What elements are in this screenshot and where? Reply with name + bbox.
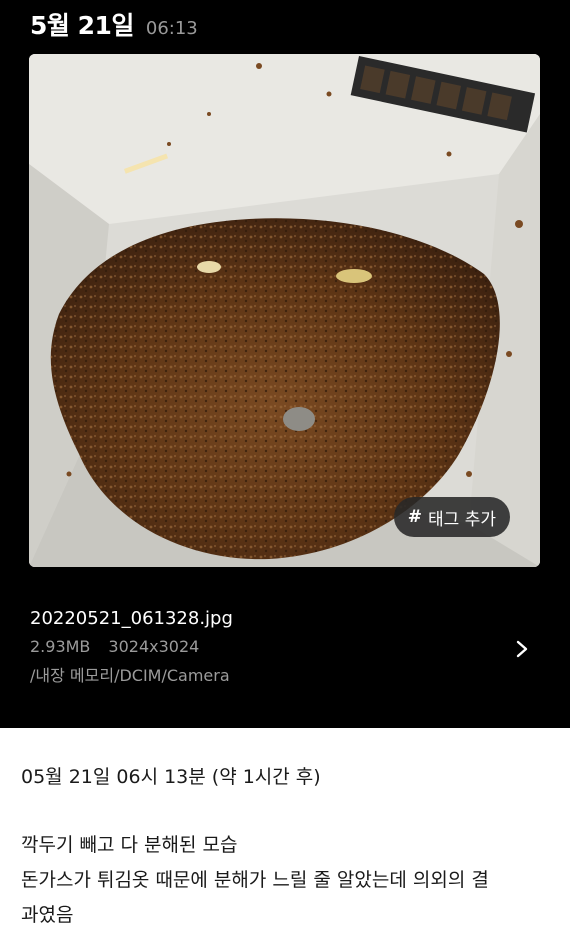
hash-icon: #: [407, 507, 423, 527]
file-size: 2.93MB: [30, 637, 91, 656]
photo-date: 5월 21일: [30, 11, 134, 40]
note-body-line-3: 과였음: [21, 904, 74, 926]
compost-photo: [29, 54, 540, 567]
file-path: /내장 메모리/DCIM/Camera: [30, 666, 230, 685]
file-info[interactable]: 20220521_061328.jpg 2.93MB 3024x3024 /내장…: [30, 608, 540, 686]
note-body-line-2: 돈가스가 튀김옷 때문에 분해가 느릴 줄 알았는데 의외의 결: [21, 869, 489, 891]
photo-viewer: 5월 21일 06:13 # 태그 추가 20220521_061328.jpg…: [0, 0, 570, 728]
photo-image[interactable]: # 태그 추가: [29, 54, 540, 567]
note-body-line-1: 깍두기 빼고 다 분해된 모습: [21, 834, 238, 856]
photo-time: 06:13: [145, 18, 198, 39]
chevron-right-icon[interactable]: [514, 640, 530, 658]
note-panel: 05월 21일 06시 13분 (약 1시간 후) 깍두기 빼고 다 분해된 모…: [0, 728, 570, 935]
date-header: 5월 21일 06:13: [30, 6, 198, 42]
note-datetime: 05월 21일 06시 13분 (약 1시간 후): [21, 766, 321, 788]
add-tag-button[interactable]: # 태그 추가: [393, 497, 510, 537]
file-name: 20220521_061328.jpg: [30, 608, 233, 629]
add-tag-label: 태그 추가: [428, 509, 496, 530]
file-meta: 2.93MB 3024x3024: [30, 637, 540, 656]
file-resolution: 3024x3024: [108, 637, 200, 656]
